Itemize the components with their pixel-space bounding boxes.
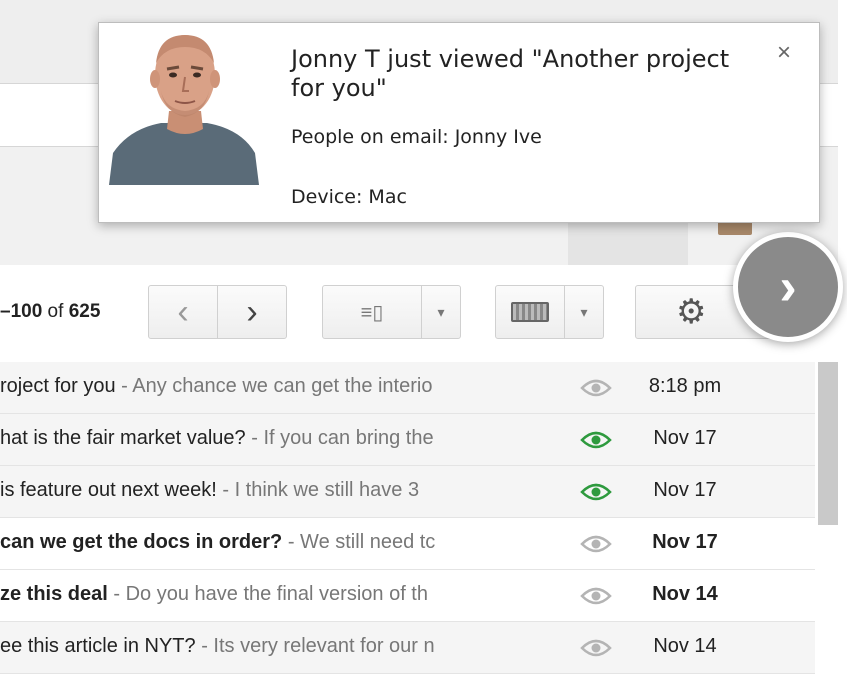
email-row[interactable]: is feature out next week! - I think we s… <box>0 466 815 518</box>
email-list: roject for you - Any chance we can get t… <box>0 362 815 674</box>
chevron-right-icon: › <box>246 292 258 331</box>
email-subject-line: roject for you - Any chance we can get t… <box>0 375 570 398</box>
eye-icon <box>580 587 612 605</box>
next-arrow-button[interactable]: › <box>733 232 843 342</box>
email-subject: ze this deal <box>0 583 108 605</box>
email-row[interactable]: can we get the docs in order? - We still… <box>0 518 815 570</box>
split-pane-button[interactable]: ≡▯ <box>322 285 422 339</box>
count-of: of <box>42 301 69 322</box>
chevron-right-icon: › <box>779 258 797 316</box>
eye-icon <box>580 431 612 449</box>
notification-people: People on email: Jonny Ive <box>291 126 542 148</box>
scrollbar[interactable] <box>818 362 838 525</box>
contact-photo <box>109 25 259 185</box>
email-row[interactable]: roject for you - Any chance we can get t… <box>0 362 815 414</box>
chevron-left-icon: ‹ <box>177 292 189 331</box>
email-subject-line: is feature out next week! - I think we s… <box>0 479 570 502</box>
count-total: 625 <box>68 301 101 322</box>
email-snippet: - Do you have the final version of th <box>107 583 428 605</box>
email-date: Nov 17 <box>653 479 717 501</box>
eye-icon <box>580 639 612 657</box>
email-snippet: - If you can bring the <box>245 427 434 449</box>
email-snippet: - I think we still have 3 <box>216 479 420 501</box>
email-subject-line: can we get the docs in order? - We still… <box>0 531 570 554</box>
email-row[interactable]: ze this deal - Do you have the final ver… <box>0 570 815 622</box>
keyboard-icon <box>511 302 549 322</box>
close-icon[interactable]: × <box>777 39 791 67</box>
email-subject: can we get the docs in order? <box>0 531 283 553</box>
eye-icon <box>580 483 612 501</box>
caret-down-icon: ▾ <box>580 303 588 320</box>
message-count: –100 of 625 <box>0 301 100 323</box>
email-date: Nov 17 <box>652 531 718 553</box>
email-snippet: - Its very relevant for our n <box>195 635 435 657</box>
email-subject: hat is the fair market value? <box>0 427 246 449</box>
email-date: Nov 14 <box>653 635 717 657</box>
email-date: Nov 17 <box>653 427 717 449</box>
eye-icon <box>580 535 612 553</box>
email-row[interactable]: hat is the fair market value? - If you c… <box>0 414 815 466</box>
email-subject: roject for you <box>0 375 116 397</box>
view-notification: Jonny T just viewed "Another project for… <box>98 22 820 223</box>
email-subject: is feature out next week! <box>0 479 217 501</box>
email-date: Nov 14 <box>652 583 718 605</box>
eye-icon <box>580 379 612 397</box>
notification-device: Device: Mac <box>291 186 407 208</box>
email-subject-line: ze this deal - Do you have the final ver… <box>0 583 570 606</box>
email-subject-line: hat is the fair market value? - If you c… <box>0 427 570 450</box>
gear-icon: ⚙ <box>676 293 707 331</box>
mail-toolbar: –100 of 625 ‹ › ≡▯ ▾ ▾ ⚙ <box>0 265 838 361</box>
count-range: –100 <box>0 301 43 322</box>
input-tools-button[interactable] <box>495 285 565 339</box>
email-date: 8:18 pm <box>648 375 722 397</box>
split-pane-dropdown[interactable]: ▾ <box>421 285 461 339</box>
email-subject: ee this article in NYT? <box>0 635 196 657</box>
newer-button[interactable]: ‹ <box>148 285 218 339</box>
notification-title: Jonny T just viewed "Another project for… <box>291 45 730 102</box>
email-row[interactable]: ee this article in NYT? - Its very relev… <box>0 622 815 674</box>
caret-down-icon: ▾ <box>437 303 445 320</box>
email-snippet: - Any chance we can get the interio <box>115 375 433 397</box>
split-pane-icon: ≡▯ <box>360 301 384 324</box>
input-tools-dropdown[interactable]: ▾ <box>564 285 604 339</box>
email-snippet: - We still need tc <box>282 531 436 553</box>
email-subject-line: ee this article in NYT? - Its very relev… <box>0 635 570 658</box>
older-button[interactable]: › <box>217 285 287 339</box>
